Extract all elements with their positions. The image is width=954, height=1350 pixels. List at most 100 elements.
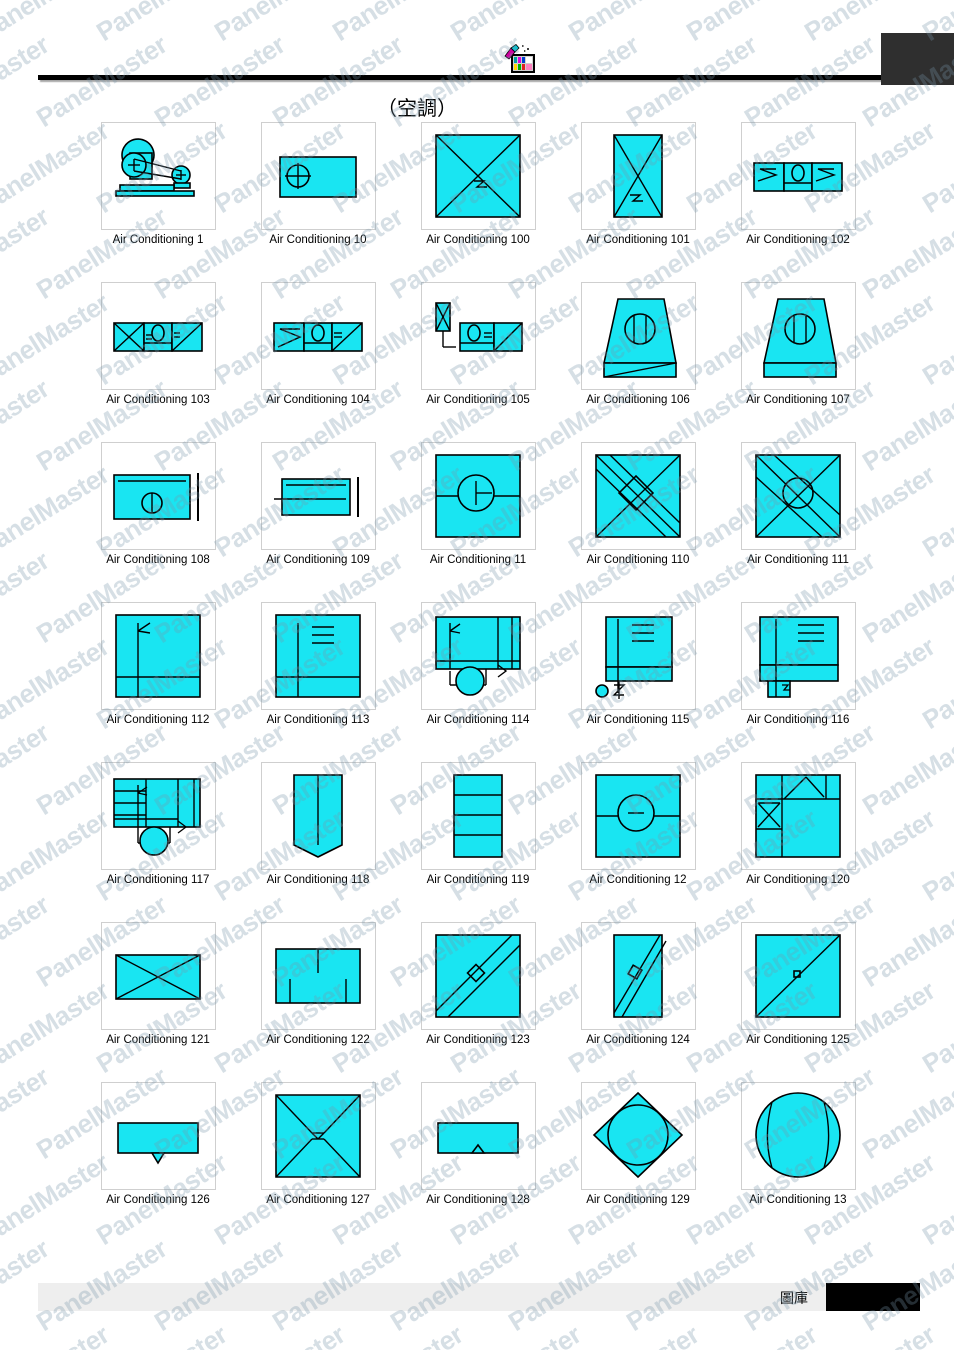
symbol-caption: Air Conditioning 100	[426, 234, 530, 246]
symbol-cell[interactable]: Air Conditioning 122	[238, 922, 398, 1082]
unit-lines-duct-icon[interactable]	[740, 602, 856, 710]
watermark-text: PanelMaster	[563, 1319, 705, 1350]
rect-three-ticks-icon[interactable]	[260, 922, 376, 1030]
trapezoid-circle-base-slant-icon[interactable]	[580, 282, 696, 390]
watermark-text: PanelMaster	[917, 115, 954, 219]
diamond-with-circle-icon[interactable]	[580, 1082, 696, 1190]
symbol-caption: Air Conditioning 116	[746, 714, 850, 726]
square-diagonal-band-icon[interactable]	[420, 922, 536, 1030]
symbol-cell[interactable]: Air Conditioning 127	[238, 1082, 398, 1227]
symbol-cell[interactable]: Air Conditioning 101	[558, 122, 718, 282]
symbol-cell[interactable]: Air Conditioning 120	[718, 762, 878, 922]
symbol-cell[interactable]: Air Conditioning 123	[398, 922, 558, 1082]
tall-x-bolt-icon[interactable]	[580, 122, 696, 230]
square-lines-baserule-icon[interactable]	[260, 602, 376, 710]
symbol-cell[interactable]: Air Conditioning 107	[718, 282, 878, 442]
symbol-caption: Air Conditioning 119	[426, 874, 530, 886]
symbol-grid: Air Conditioning 1 Air Conditioning 10 Air…	[78, 122, 878, 1227]
symbol-cell[interactable]: Air Conditioning 125	[718, 922, 878, 1082]
symbol-cell[interactable]: Air Conditioning 128	[398, 1082, 558, 1227]
symbol-cell[interactable]: Air Conditioning 109	[238, 442, 398, 602]
three-cell-z-o-slash-icon[interactable]	[260, 282, 376, 390]
symbol-cell[interactable]: Air Conditioning 13	[718, 1082, 878, 1227]
three-cell-zz-o-zz-icon[interactable]	[740, 122, 856, 230]
symbol-caption: Air Conditioning 13	[749, 1194, 847, 1206]
symbol-cell[interactable]: Air Conditioning 105	[398, 282, 558, 442]
unit-lines-valve-icon[interactable]	[580, 602, 696, 710]
symbol-caption: Air Conditioning 10	[269, 234, 367, 246]
symbol-cell[interactable]: Air Conditioning 117	[78, 762, 238, 922]
symbol-cell[interactable]: Air Conditioning 108	[78, 442, 238, 602]
symbol-cell[interactable]: Air Conditioning 118	[238, 762, 398, 922]
symbol-cell[interactable]: Air Conditioning 104	[238, 282, 398, 442]
square-diagonal-dot-icon[interactable]	[740, 922, 856, 1030]
symbol-cell[interactable]: Air Conditioning 119	[398, 762, 558, 922]
symbol-caption: Air Conditioning 128	[426, 1194, 530, 1206]
square-big-x-icon[interactable]	[260, 1082, 376, 1190]
square-corner-triangles-icon[interactable]	[740, 762, 856, 870]
symbol-cell[interactable]: Air Conditioning 121	[78, 922, 238, 1082]
symbol-cell[interactable]: Air Conditioning 115	[558, 602, 718, 762]
symbol-cell[interactable]: Air Conditioning 110	[558, 442, 718, 602]
rect-with-circle-left-icon[interactable]	[260, 122, 376, 230]
symbol-cell[interactable]: Air Conditioning 106	[558, 282, 718, 442]
tall-stacked-bands-icon[interactable]	[420, 762, 536, 870]
symbol-cell[interactable]: Air Conditioning 103	[78, 282, 238, 442]
symbol-caption: Air Conditioning 12	[589, 874, 687, 886]
watermark-text: PanelMaster	[91, 0, 233, 48]
blower-motor-icon[interactable]	[100, 122, 216, 230]
symbol-cell[interactable]: Air Conditioning 100	[398, 122, 558, 282]
watermark-text: PanelMaster	[91, 1319, 233, 1350]
symbol-cell[interactable]: Air Conditioning 102	[718, 122, 878, 282]
symbol-caption: Air Conditioning 102	[746, 234, 850, 246]
symbol-cell[interactable]: Air Conditioning 111	[718, 442, 878, 602]
watermark-text: PanelMaster	[445, 0, 587, 48]
tall-diagonal-band-icon[interactable]	[580, 922, 696, 1030]
unit-coils-fan-circle-icon[interactable]	[100, 762, 216, 870]
symbol-cell[interactable]: Air Conditioning 113	[238, 602, 398, 762]
symbol-row: Air Conditioning 108 Air Conditioning 109…	[78, 442, 878, 602]
rect-midline-bar-icon[interactable]	[260, 442, 376, 550]
symbol-cell[interactable]: Air Conditioning 1	[78, 122, 238, 282]
symbol-cell[interactable]: Air Conditioning 126	[78, 1082, 238, 1227]
symbol-caption: Air Conditioning 117	[106, 874, 210, 886]
symbol-row: Air Conditioning 103 Air Conditioning 104…	[78, 282, 878, 442]
symbol-cell[interactable]: Air Conditioning 11	[398, 442, 558, 602]
symbol-caption: Air Conditioning 115	[586, 714, 690, 726]
rect-circle-toprule-bar-icon[interactable]	[100, 442, 216, 550]
watermark-text: PanelMaster	[563, 0, 705, 48]
symbol-cell[interactable]: Air Conditioning 129	[558, 1082, 718, 1227]
square-arrow-baserule-icon[interactable]	[100, 602, 216, 710]
trapezoid-circle-base-flat-icon[interactable]	[740, 282, 856, 390]
symbol-cell[interactable]: Air Conditioning 114	[398, 602, 558, 762]
tall-vee-bottom-icon[interactable]	[260, 762, 376, 870]
header-rule	[38, 75, 918, 80]
symbol-caption: Air Conditioning 122	[266, 1034, 370, 1046]
square-circle-cross-line-icon[interactable]	[420, 442, 536, 550]
symbol-cell[interactable]: Air Conditioning 12	[558, 762, 718, 922]
watermark-text: PanelMaster	[0, 373, 55, 477]
three-cell-x-o-slash-icon[interactable]	[100, 282, 216, 390]
rect-bottom-notch-icon[interactable]	[100, 1082, 216, 1190]
circle-two-arcs-icon[interactable]	[740, 1082, 856, 1190]
unit-arrow-fan-circle-icon[interactable]	[420, 602, 536, 710]
small-x-box-with-unit-icon[interactable]	[420, 282, 536, 390]
watermark-text: PanelMaster	[209, 1319, 351, 1350]
symbol-cell[interactable]: Air Conditioning 10	[238, 122, 398, 282]
symbol-cell[interactable]: Air Conditioning 116	[718, 602, 878, 762]
symbol-cell[interactable]: Air Conditioning 124	[558, 922, 718, 1082]
square-diagonals-circle-icon[interactable]	[740, 442, 856, 550]
symbol-caption: Air Conditioning 101	[586, 234, 690, 246]
square-x-bolt-icon[interactable]	[420, 122, 536, 230]
symbol-cell[interactable]: Air Conditioning 112	[78, 602, 238, 762]
rect-x-icon[interactable]	[100, 922, 216, 1030]
watermark-text: PanelMaster	[917, 1319, 954, 1350]
symbol-caption: Air Conditioning 114	[426, 714, 530, 726]
watermark-text: PanelMaster	[917, 803, 954, 907]
square-diagonals-diamond-icon[interactable]	[580, 442, 696, 550]
square-circle-dash-midline-icon[interactable]	[580, 762, 696, 870]
rect-bottom-bump-icon[interactable]	[420, 1082, 536, 1190]
symbol-caption: Air Conditioning 127	[266, 1194, 370, 1206]
symbol-caption: Air Conditioning 120	[746, 874, 850, 886]
watermark-text: PanelMaster	[681, 1319, 823, 1350]
